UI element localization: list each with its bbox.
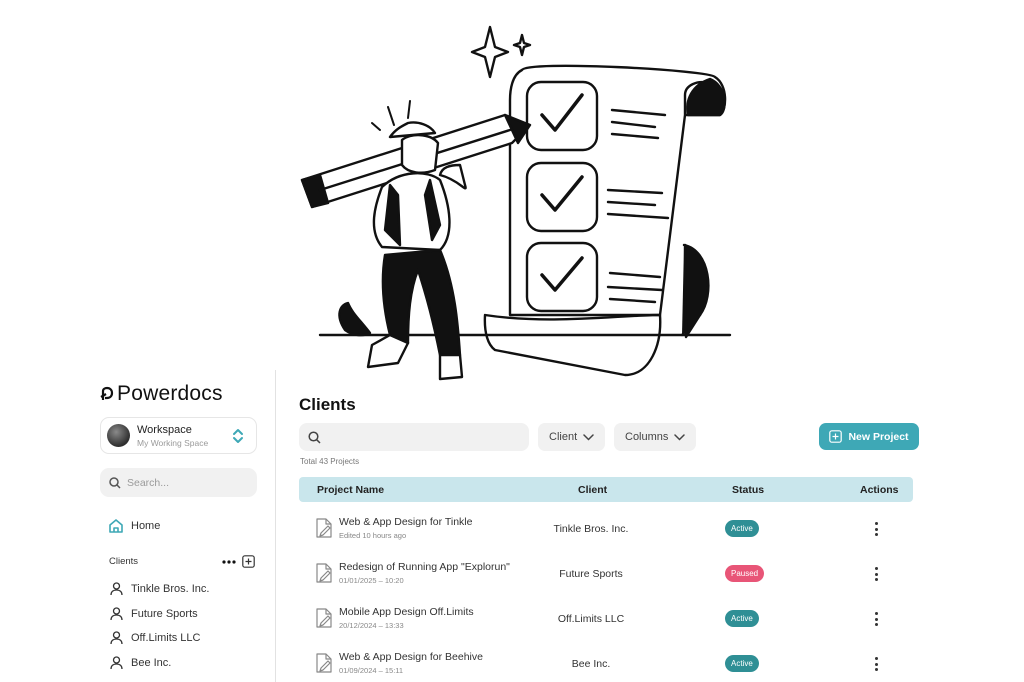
- sidebar-item-bee-inc[interactable]: Bee Inc.: [110, 651, 209, 676]
- project-name[interactable]: Mobile App Design Off.Limits: [339, 606, 474, 618]
- columns-filter-label: Columns: [625, 431, 669, 443]
- brand-logo[interactable]: Powerdocs: [100, 382, 223, 406]
- plus-square-icon: [829, 430, 843, 443]
- row-actions-menu-icon[interactable]: [870, 654, 882, 674]
- document-edit-icon: [316, 653, 332, 673]
- sidebar-item-label: Home: [131, 520, 161, 532]
- project-client: Future Sports: [559, 568, 623, 580]
- client-filter-dropdown[interactable]: Client: [538, 423, 606, 451]
- home-icon: [109, 519, 123, 533]
- workspace-name: Workspace: [137, 423, 192, 436]
- project-edited: 01/01/2025 – 10:20: [339, 576, 404, 585]
- search-icon: [109, 476, 121, 489]
- project-client: Off.Limits LLC: [557, 613, 625, 625]
- chevron-down-icon: [583, 433, 594, 441]
- sidebar-item-off-limits[interactable]: Off.Limits LLC: [110, 626, 209, 651]
- column-header-project-name[interactable]: Project Name: [317, 484, 384, 496]
- row-actions-menu-icon[interactable]: [870, 519, 882, 539]
- status-badge: Active: [725, 610, 759, 627]
- user-icon: [110, 607, 123, 620]
- new-project-button[interactable]: New Project: [819, 423, 919, 450]
- status-badge: Active: [725, 655, 759, 672]
- total-projects-count: Total 43 Projects: [300, 457, 360, 466]
- client-filter-label: Client: [549, 431, 578, 443]
- project-client: Bee Inc.: [571, 658, 611, 670]
- document-edit-icon: [316, 608, 332, 628]
- project-name[interactable]: Web & App Design for Beehive: [339, 651, 483, 663]
- document-edit-icon: [316, 563, 332, 583]
- table-row[interactable]: Web & App Design for Beehive 01/09/2024 …: [299, 646, 913, 682]
- user-icon: [110, 656, 123, 669]
- sidebar-search-placeholder: Search...: [127, 476, 170, 489]
- clients-section-header: Clients: [109, 555, 255, 568]
- status-badge: Paused: [725, 565, 765, 582]
- more-horizontal-icon[interactable]: [222, 559, 236, 564]
- table-row[interactable]: Redesign of Running App "Explorun" 01/01…: [299, 556, 913, 601]
- chevron-down-icon: [674, 433, 686, 441]
- project-client: Tinkle Bros. Inc.: [553, 523, 629, 535]
- sidebar-item-label: Tinkle Bros. Inc.: [131, 583, 210, 596]
- client-list: Tinkle Bros. Inc. Future Sports Off.Limi…: [110, 577, 209, 675]
- avatar: [107, 424, 130, 447]
- columns-filter-dropdown[interactable]: Columns: [614, 423, 697, 451]
- sidebar-search-input[interactable]: Search...: [100, 468, 257, 497]
- project-search-input[interactable]: [299, 423, 529, 451]
- sidebar-item-label: Future Sports: [131, 607, 198, 620]
- column-header-actions: Actions: [860, 484, 899, 496]
- search-icon: [308, 430, 321, 444]
- main-content: Clients Client Columns New Project Total…: [276, 370, 1024, 682]
- brand-name: Powerdocs: [117, 382, 223, 405]
- workspace-switcher[interactable]: Workspace My Working Space: [100, 417, 257, 454]
- sidebar: Powerdocs Workspace My Working Space Sea…: [0, 370, 276, 682]
- sidebar-item-future-sports[interactable]: Future Sports: [110, 602, 209, 627]
- status-badge: Active: [725, 520, 759, 537]
- document-edit-icon: [316, 518, 332, 538]
- workspace-subtitle: My Working Space: [137, 437, 209, 448]
- sidebar-item-home[interactable]: Home: [108, 518, 160, 534]
- sidebar-item-tinkle-bros[interactable]: Tinkle Bros. Inc.: [110, 577, 209, 602]
- row-actions-menu-icon[interactable]: [870, 609, 882, 629]
- powerdocs-logo-icon: [100, 386, 114, 400]
- user-icon: [110, 582, 123, 596]
- page-title: Clients: [299, 395, 356, 414]
- column-header-status[interactable]: Status: [732, 484, 764, 496]
- checklist-illustration: [300, 25, 732, 381]
- table-row[interactable]: Web & App Design for Tinkle Edited 10 ho…: [299, 511, 913, 556]
- sidebar-item-label: Off.Limits LLC: [131, 632, 201, 645]
- add-client-icon[interactable]: [242, 555, 255, 568]
- project-edited: Edited 10 hours ago: [339, 531, 407, 540]
- user-icon: [110, 631, 123, 645]
- project-name[interactable]: Web & App Design for Tinkle: [339, 516, 472, 528]
- row-actions-menu-icon[interactable]: [870, 564, 882, 584]
- project-edited: 01/09/2024 – 15:11: [339, 666, 404, 675]
- table-row[interactable]: Mobile App Design Off.Limits 20/12/2024 …: [299, 601, 913, 646]
- project-name[interactable]: Redesign of Running App "Explorun": [339, 561, 510, 573]
- clients-section-title: Clients: [109, 556, 139, 567]
- column-header-client[interactable]: Client: [578, 484, 607, 496]
- new-project-label: New Project: [848, 430, 909, 443]
- sidebar-item-label: Bee Inc.: [131, 656, 172, 669]
- project-edited: 20/12/2024 – 13:33: [339, 621, 404, 630]
- table-header: Project Name Client Status Actions: [299, 477, 913, 502]
- chevron-up-down-icon: [233, 429, 243, 443]
